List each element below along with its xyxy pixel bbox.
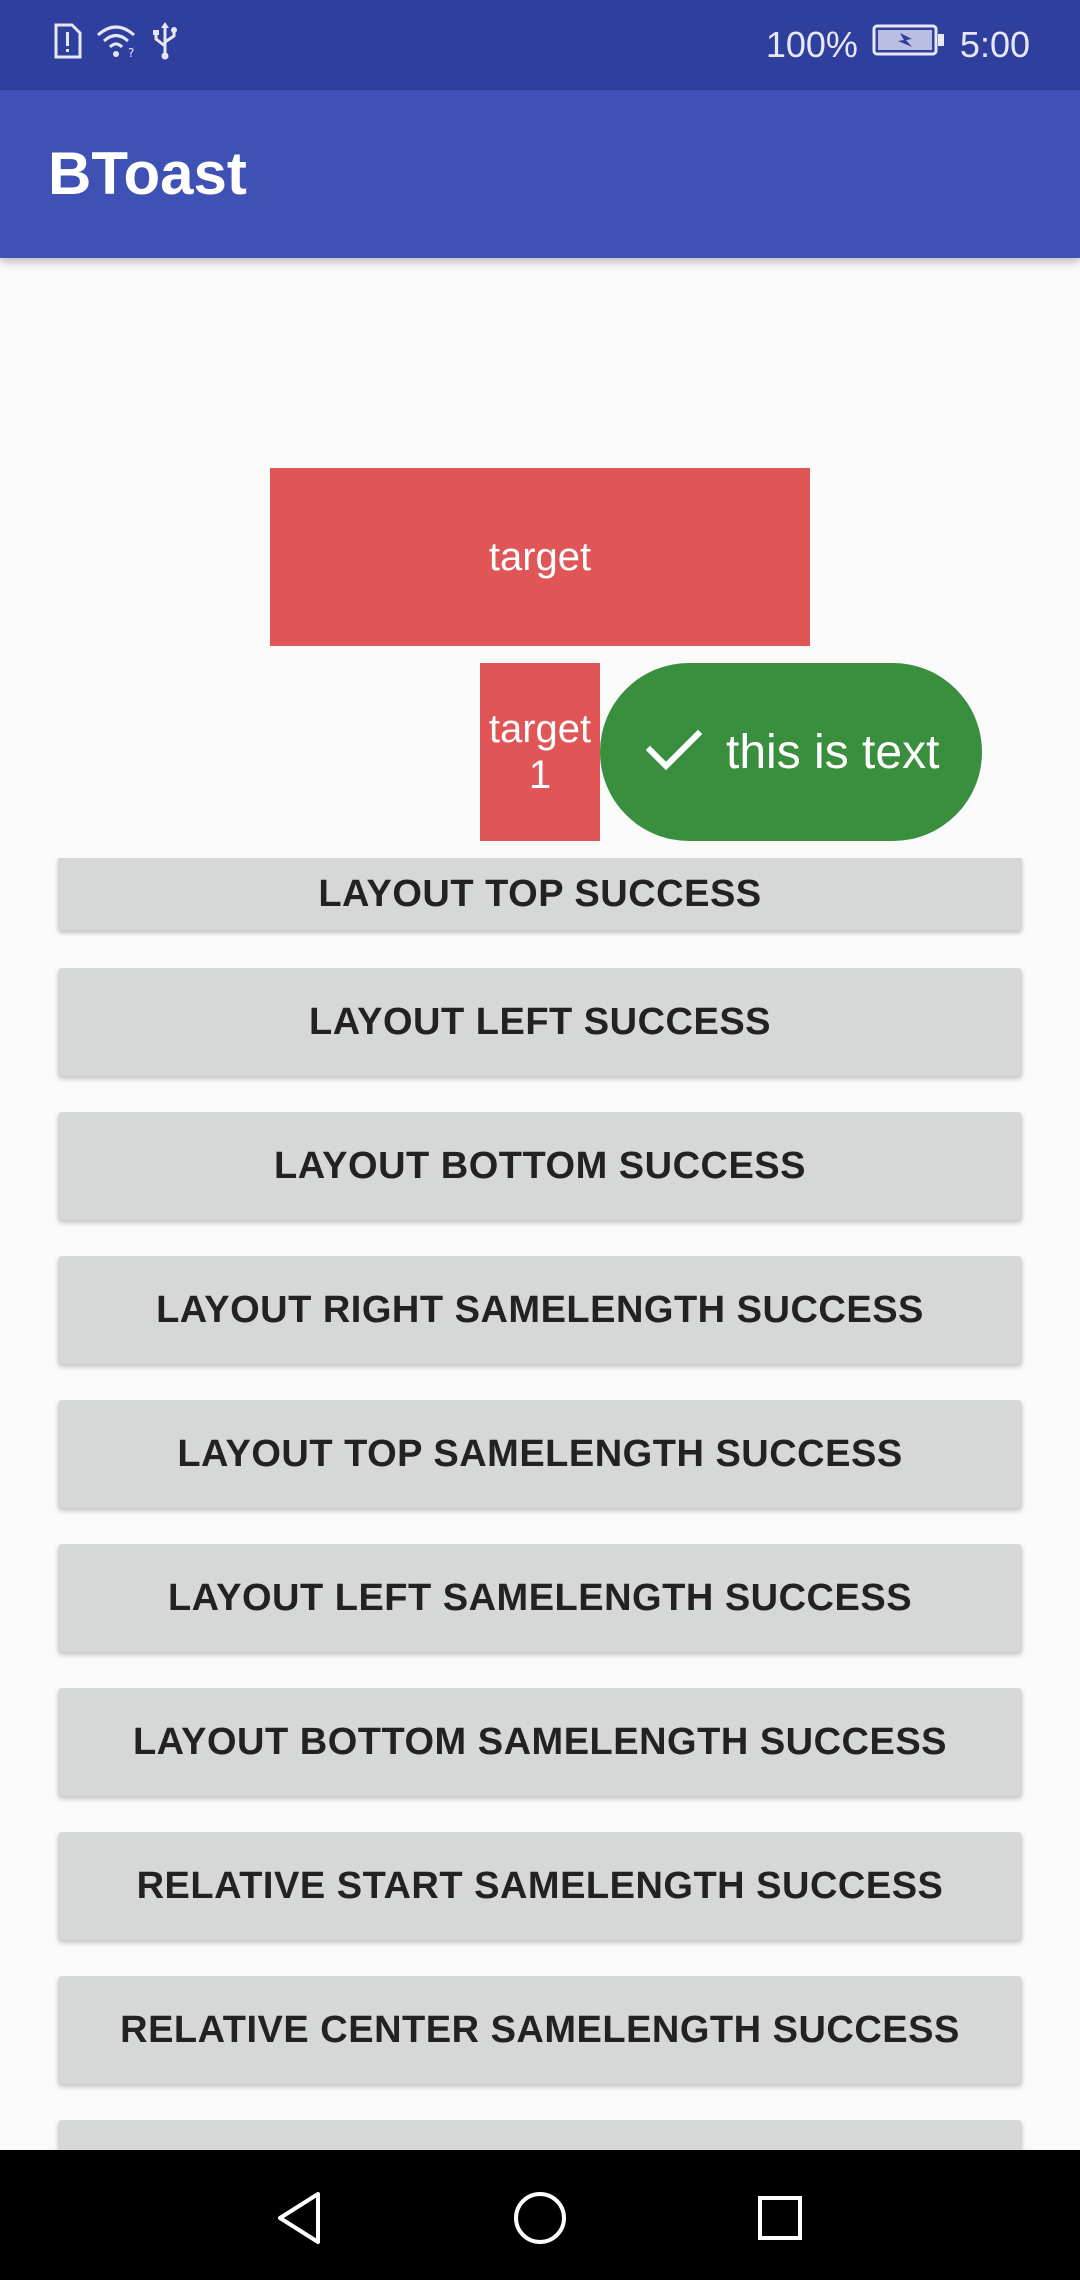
recents-icon[interactable] [740, 2178, 820, 2258]
layout-bottom-samelength-success-button[interactable]: LAYOUT BOTTOM SAMELENGTH SUCCESS [58, 1688, 1022, 1796]
partial-button[interactable] [58, 2120, 1022, 2150]
layout-left-samelength-success-button[interactable]: LAYOUT LEFT SAMELENGTH SUCCESS [58, 1544, 1022, 1652]
alert-sim-icon [52, 23, 82, 64]
screen: ? 100% 5:00 BToast target target 1 this … [0, 0, 1080, 2280]
target-1-label-line1: target [488, 707, 592, 751]
target-1-label: target 1 [489, 706, 591, 798]
wifi-question-icon: ? [96, 23, 138, 64]
home-icon[interactable] [500, 2178, 580, 2258]
layout-right-samelength-success-button[interactable]: LAYOUT RIGHT SAMELENGTH SUCCESS [58, 1256, 1022, 1364]
target-1-view[interactable]: target 1 [480, 663, 600, 841]
main-content[interactable]: target target 1 this is text LAYOUT TOP … [0, 258, 1080, 2150]
relative-start-samelength-success-button[interactable]: RELATIVE START SAMELENGTH SUCCESS [58, 1832, 1022, 1940]
target-1-label-line2: 1 [528, 753, 552, 797]
app-bar: BToast [0, 90, 1080, 258]
usb-icon [152, 22, 178, 65]
battery-percent: 100% [765, 24, 858, 65]
status-bar: ? 100% 5:00 [0, 0, 1080, 90]
battery-charging-icon [872, 20, 946, 70]
target-view[interactable]: target [270, 468, 810, 646]
check-icon [644, 726, 704, 779]
toast-text: this is text [726, 725, 940, 779]
toast: this is text [600, 663, 982, 841]
navigation-bar [0, 2150, 1080, 2280]
status-right: 100% 5:00 [766, 20, 1030, 70]
clock: 5:00 [959, 24, 1030, 65]
target-label: target [488, 534, 592, 579]
layout-bottom-success-button[interactable]: LAYOUT BOTTOM SUCCESS [58, 1112, 1022, 1220]
svg-text:?: ? [128, 46, 134, 59]
relative-center-samelength-success-button[interactable]: RELATIVE CENTER SAMELENGTH SUCCESS [58, 1976, 1022, 2084]
app-title: BToast [48, 140, 247, 207]
layout-top-success-button[interactable]: LAYOUT TOP SUCCESS [58, 858, 1022, 930]
layout-left-success-button[interactable]: LAYOUT LEFT SUCCESS [58, 968, 1022, 1076]
status-left-icons: ? [52, 22, 178, 65]
layout-top-samelength-success-button[interactable]: LAYOUT TOP SAMELENGTH SUCCESS [58, 1400, 1022, 1508]
back-icon[interactable] [260, 2178, 340, 2258]
